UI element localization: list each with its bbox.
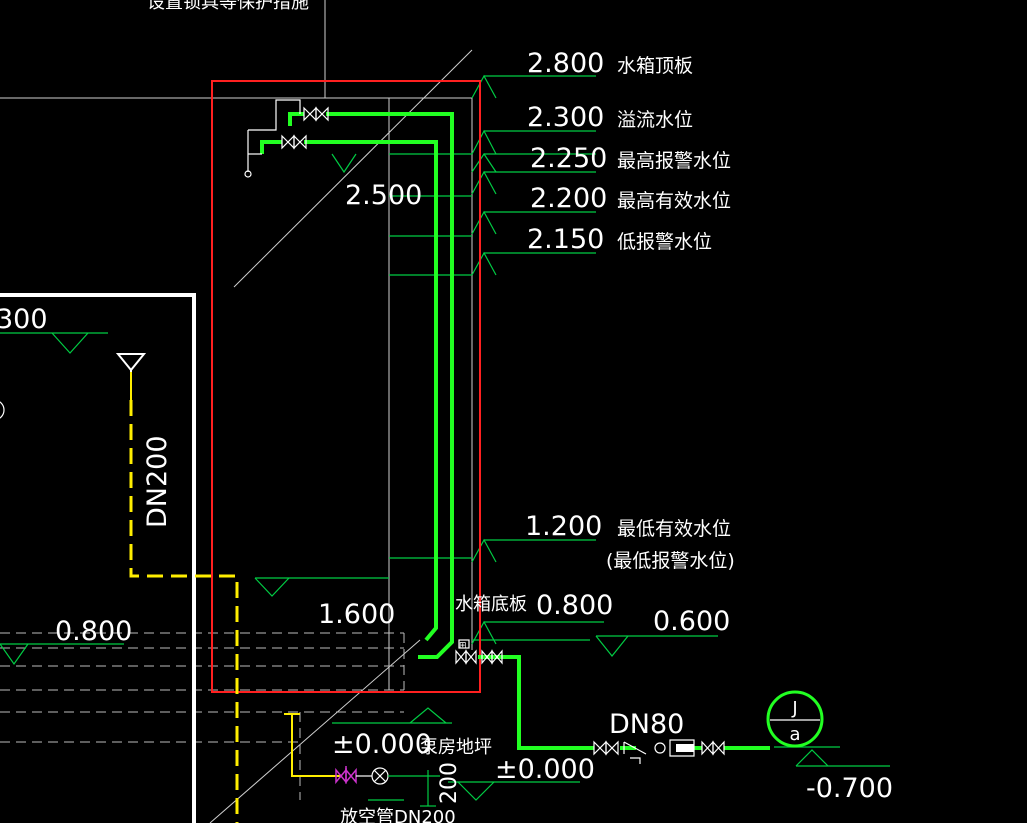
drain-size-label: 200	[437, 762, 462, 804]
elev-inner-top: 2.500	[345, 180, 422, 211]
elev-low-alarm-value: 2.150	[527, 224, 604, 255]
elev-pump-room-value: ±0.000	[332, 729, 432, 760]
elev-tank-bottom-label: 水箱底板	[455, 594, 527, 615]
elev-floor: ±0.000	[495, 754, 595, 785]
drain-pipe-label: 放空管DN200	[340, 807, 456, 823]
pipe-dn80-label: DN80	[609, 709, 684, 740]
elev-left-bottom: 0.800	[55, 616, 132, 647]
elev-low-alarm-label: 低报警水位	[617, 231, 712, 253]
elev-inner-bottom: 1.600	[318, 599, 395, 630]
elev-pump-room-label: 泵房地坪	[420, 737, 492, 758]
elev-min-effective-value: 1.200	[525, 511, 602, 542]
elev-tank-top-label: 水箱顶板	[617, 55, 693, 77]
pipe-dn200-label: DN200	[142, 435, 173, 528]
elev-max-effective-value: 2.200	[530, 183, 607, 214]
elev-connection: -0.700	[806, 773, 893, 804]
marker-top-letter: J	[791, 698, 797, 719]
elev-overflow-value: 2.300	[527, 102, 604, 133]
elev-left-top: 300	[0, 304, 48, 335]
elev-tank-bottom-value: 0.800	[536, 590, 613, 621]
elev-tank-top-value: 2.800	[527, 48, 604, 79]
pump-symbol	[676, 744, 694, 752]
drawing-background	[0, 0, 1027, 823]
elev-outlet: 0.600	[653, 606, 730, 637]
small-box-glyph: ⊞	[459, 641, 467, 651]
elev-overflow-label: 溢流水位	[617, 109, 693, 131]
elev-min-effective-note: (最低报警水位)	[606, 550, 735, 572]
top-note: 设置锁具等保护措施	[147, 0, 309, 13]
elev-high-alarm-label: 最高报警水位	[617, 150, 731, 172]
elev-high-alarm-value: 2.250	[530, 143, 607, 174]
elev-max-effective-label: 最高有效水位	[617, 190, 731, 212]
elev-min-effective-label: 最低有效水位	[617, 518, 731, 540]
marker-bottom-letter: a	[789, 724, 800, 745]
cad-drawing-canvas: J a 设置锁具等保护措施 2.800 水箱顶板 2.300 溢流水位 2.25…	[0, 0, 1027, 823]
